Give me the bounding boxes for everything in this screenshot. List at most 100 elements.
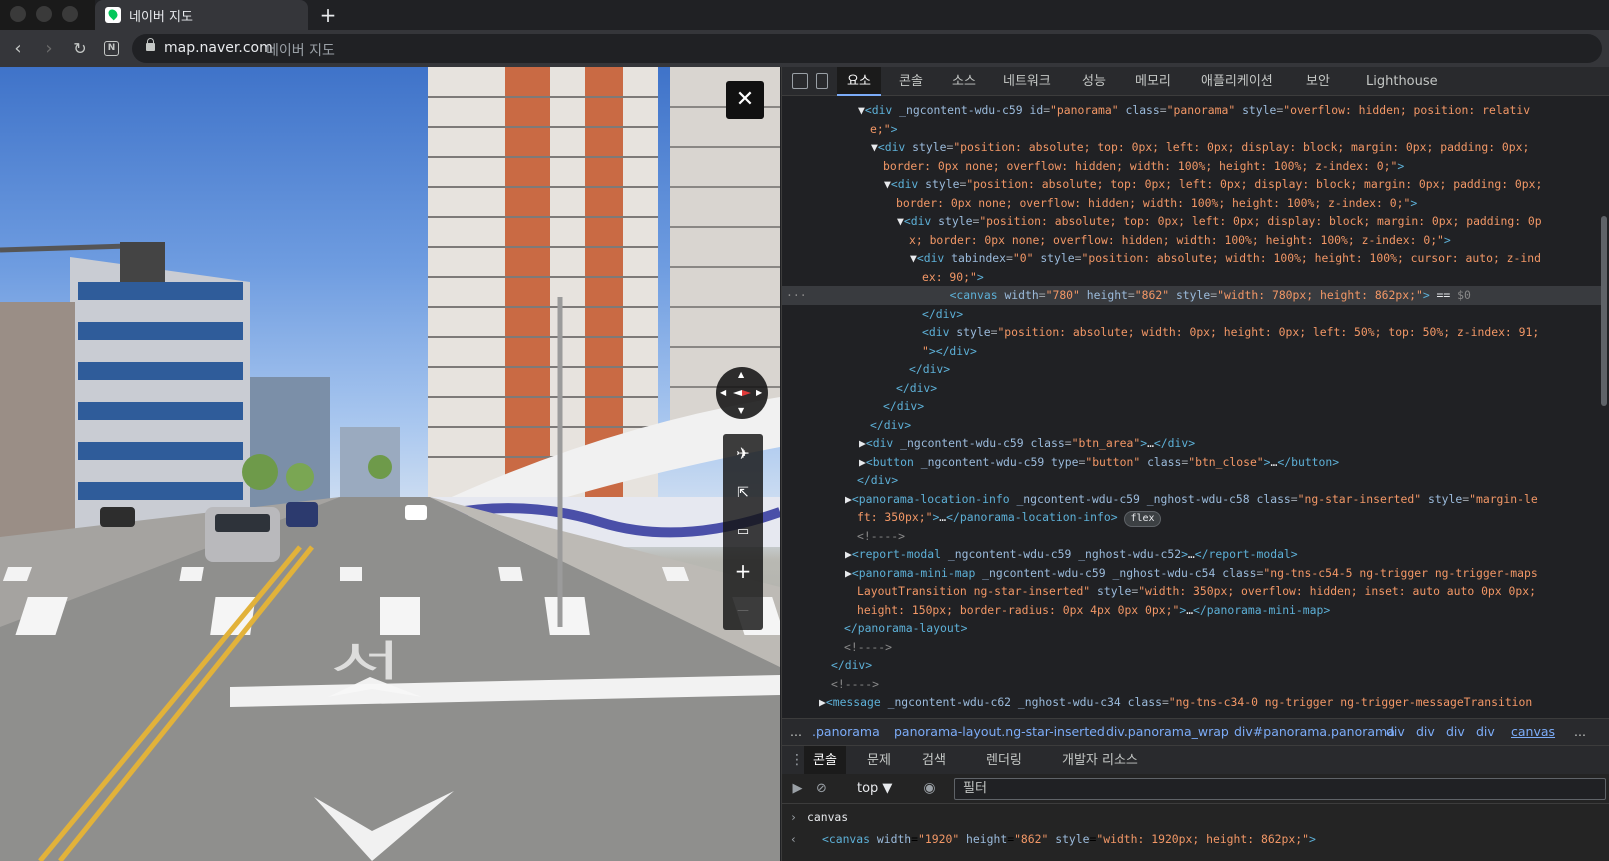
breadcrumb-item[interactable]: div.panorama_wrap: [1106, 719, 1229, 745]
naver-extension-icon[interactable]: N: [104, 41, 119, 56]
tab-memory[interactable]: 메모리: [1125, 67, 1181, 96]
road-marking-text: 서: [330, 637, 402, 687]
dom-comment[interactable]: <!---->: [782, 638, 1602, 657]
drawer-tab-developer-resources[interactable]: 개발자 리소스: [1053, 746, 1147, 775]
forward-arrow-icon[interactable]: ›: [36, 36, 62, 62]
console-input-row[interactable]: › canvas: [782, 806, 1609, 828]
share-icon[interactable]: ⇱: [723, 473, 763, 513]
address-bar[interactable]: map.naver.com 네이버 지도: [132, 34, 1602, 63]
tab-application[interactable]: 애플리케이션: [1191, 67, 1283, 96]
previous-tabs[interactable]: [0, 0, 95, 30]
back-arrow-icon[interactable]: ‹: [5, 36, 31, 62]
console-filter-input[interactable]: 필터: [954, 778, 1606, 800]
tab-network[interactable]: 네트워크: [993, 67, 1061, 96]
dom-node[interactable]: </div>: [782, 471, 1602, 490]
drawer-tab-rendering[interactable]: 렌더링: [977, 746, 1031, 775]
compass-west-icon[interactable]: ◀: [720, 389, 726, 397]
breadcrumb-item[interactable]: panorama-layout.ng-star-inserted: [894, 719, 1105, 745]
devtools-panel: 요소 콘솔 소스 네트워크 성능 메모리 애플리케이션 보안 Lighthous…: [781, 67, 1609, 861]
elements-scrollbar[interactable]: [1601, 216, 1607, 406]
dom-node[interactable]: ▼<div style="position: absolute; top: 0p…: [782, 138, 1602, 157]
ghost-tab-icon: [62, 6, 78, 22]
url-page-title: 네이버 지도: [266, 43, 335, 59]
sidebar-toggle-icon[interactable]: ▶: [790, 781, 805, 796]
dom-node[interactable]: </div>: [782, 379, 1602, 398]
dom-comment[interactable]: <!---->: [782, 527, 1602, 546]
breadcrumb-item[interactable]: div: [1446, 719, 1465, 745]
dom-node-selected[interactable]: ··· <canvas width="780" height="862" styl…: [782, 286, 1602, 305]
dom-node[interactable]: ▼<div _ngcontent-wdu-c59 id="panorama" c…: [782, 101, 1602, 120]
dom-node[interactable]: </div>: [782, 397, 1602, 416]
dom-node[interactable]: <div style="position: absolute; width: 0…: [782, 323, 1602, 342]
tab-security[interactable]: 보안: [1296, 67, 1340, 96]
dom-node[interactable]: ▶<div _ngcontent-wdu-c59 class="btn_area…: [782, 434, 1602, 453]
dom-node[interactable]: ▶<button _ngcontent-wdu-c59 type="button…: [782, 453, 1602, 472]
breadcrumb-overflow[interactable]: ...: [1574, 719, 1586, 745]
result-value: "1920": [918, 832, 960, 846]
breadcrumb-item[interactable]: div#panorama.panorama: [1234, 719, 1395, 745]
ghost-tab-icon: [36, 6, 52, 22]
reload-icon[interactable]: ↻: [67, 36, 93, 62]
inspect-element-icon[interactable]: [792, 73, 808, 89]
compass-east-icon[interactable]: ▶: [756, 389, 762, 397]
breadcrumb-item[interactable]: div: [1386, 719, 1405, 745]
result-attr: width: [876, 832, 912, 846]
breadcrumb-item-current[interactable]: canvas: [1511, 719, 1555, 745]
dom-node[interactable]: ▶<panorama-mini-map _ngcontent-wdu-c59 _…: [782, 564, 1602, 583]
devtools-tab-bar: 요소 콘솔 소스 네트워크 성능 메모리 애플리케이션 보안 Lighthous…: [782, 67, 1609, 96]
dom-node[interactable]: ▼<div style="position: absolute; top: 0p…: [782, 175, 1602, 194]
dom-node[interactable]: </div>: [782, 360, 1602, 379]
drawer-tab-issues[interactable]: 문제: [858, 746, 900, 775]
console-result-row[interactable]: ‹ <canvas width="1920" height="862" styl…: [782, 828, 1609, 850]
dom-node: border: 0px none; overflow: hidden; widt…: [896, 195, 1418, 210]
dom-node[interactable]: ▼<div tabindex="0" style="position: abso…: [782, 249, 1602, 268]
result-tag: <canvas: [822, 832, 871, 846]
device-toolbar-icon[interactable]: [816, 73, 828, 89]
breadcrumb-item[interactable]: div: [1476, 719, 1495, 745]
dom-node[interactable]: </panorama-layout>: [782, 619, 1602, 638]
browser-tab-active[interactable]: 네이버 지도: [95, 0, 308, 30]
breadcrumb: ... .panorama panorama-layout.ng-star-in…: [782, 718, 1609, 745]
tab-sources[interactable]: 소스: [942, 67, 986, 96]
close-panorama-button[interactable]: ✕: [726, 81, 764, 119]
zoom-out-icon[interactable]: —: [723, 590, 763, 630]
panorama-street-view[interactable]: 서: [0, 67, 780, 861]
drawer-menu-icon[interactable]: ⋮: [790, 746, 804, 775]
elements-tree[interactable]: ▼<div _ngcontent-wdu-c59 id="panorama" c…: [782, 96, 1609, 718]
browser-tab-strip: 네이버 지도 +: [0, 0, 1609, 30]
airplane-icon[interactable]: ✈: [723, 434, 763, 474]
dom-node[interactable]: </div>: [782, 416, 1602, 435]
compass-north-icon[interactable]: ▲: [738, 371, 744, 379]
tab-elements[interactable]: 요소: [837, 67, 881, 96]
new-tab-plus-icon[interactable]: +: [316, 3, 340, 27]
report-icon[interactable]: ▭: [723, 512, 763, 552]
tab-performance[interactable]: 성능: [1072, 67, 1116, 96]
flex-badge[interactable]: flex: [1124, 511, 1161, 527]
context-selector[interactable]: top ▼: [857, 779, 892, 799]
dom-comment[interactable]: <!---->: [782, 675, 1602, 694]
dom-node[interactable]: ▶<report-modal _ngcontent-wdu-c59 _nghos…: [782, 545, 1602, 564]
dom-node[interactable]: ▶<message _ngcontent-wdu-c62 _nghost-wdu…: [782, 693, 1602, 712]
zoom-in-icon[interactable]: +: [723, 551, 763, 591]
dom-node[interactable]: </div>: [782, 305, 1602, 324]
dom-node[interactable]: ▼<div style="position: absolute; top: 0p…: [782, 212, 1602, 231]
result-value: "width: 1920px; height: 862px;": [1096, 832, 1309, 846]
result-arrow-icon: ‹: [790, 832, 797, 846]
eye-icon[interactable]: ◉: [922, 781, 937, 796]
dom-node[interactable]: </div>: [782, 656, 1602, 675]
compass-south-icon[interactable]: ▼: [738, 407, 744, 415]
naver-map-favicon-icon: [105, 7, 121, 23]
breadcrumb-item[interactable]: div: [1416, 719, 1435, 745]
compass-needle-icon: [733, 390, 751, 396]
drawer-tab-search[interactable]: 검색: [913, 746, 955, 775]
dom-node: border: 0px none; overflow: hidden; widt…: [883, 158, 1405, 173]
compass-control[interactable]: ▲ ▼ ◀ ▶: [716, 367, 768, 419]
drawer-tab-console[interactable]: 콘솔: [804, 746, 846, 775]
ghost-tab-icon: [10, 6, 26, 22]
breadcrumb-item[interactable]: .panorama: [812, 719, 880, 745]
breadcrumb-overflow[interactable]: ...: [790, 719, 802, 745]
clear-console-icon[interactable]: ⊘: [814, 781, 829, 796]
tab-console[interactable]: 콘솔: [889, 67, 933, 96]
tab-lighthouse[interactable]: Lighthouse: [1356, 67, 1448, 96]
dom-node[interactable]: ▶<panorama-location-info _ngcontent-wdu-…: [782, 490, 1602, 509]
